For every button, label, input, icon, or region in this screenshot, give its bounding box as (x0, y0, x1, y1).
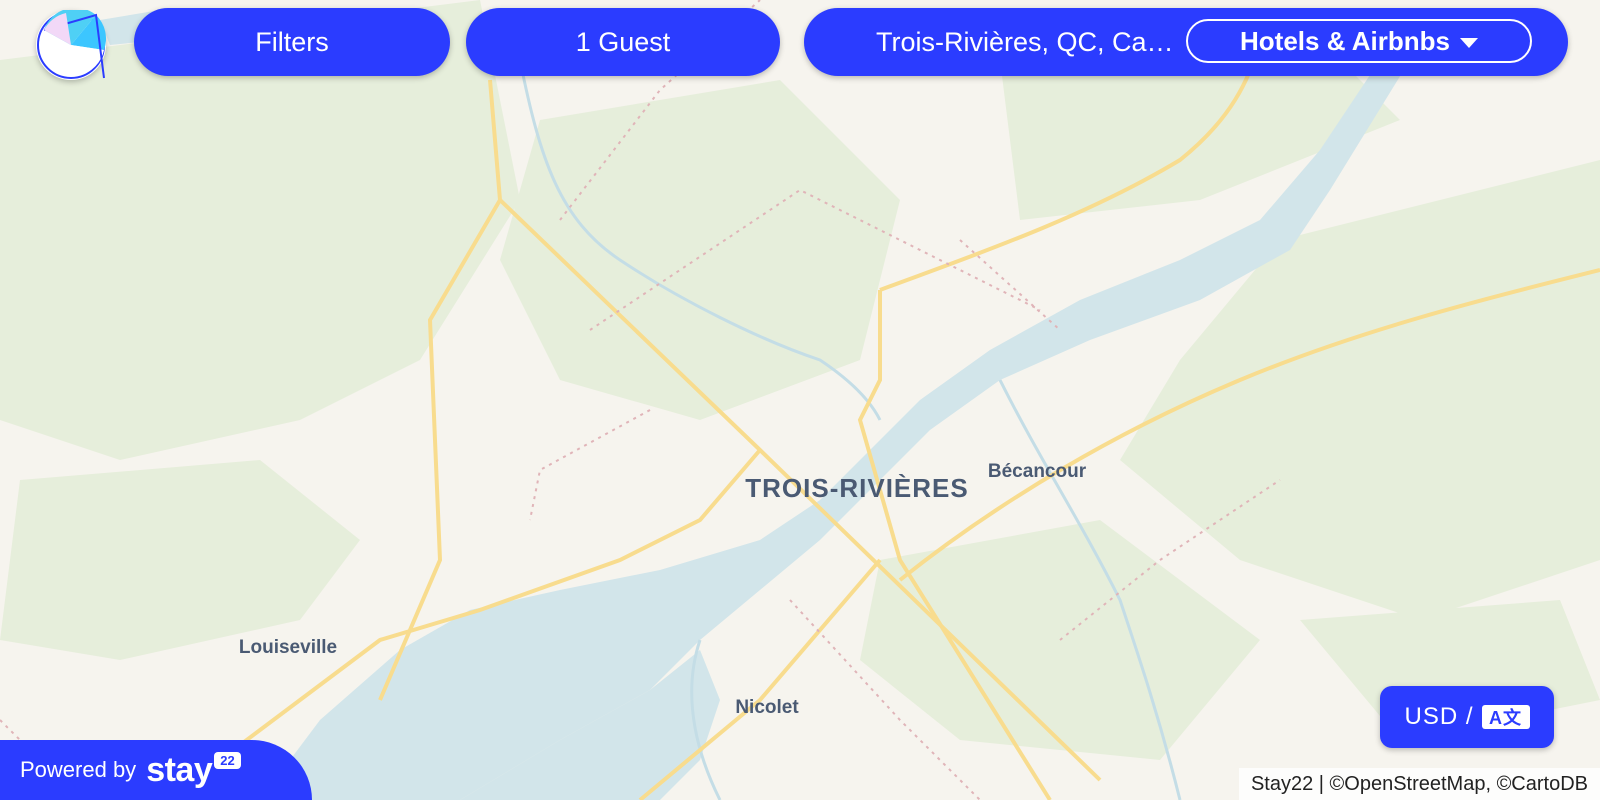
powered-by-banner[interactable]: Powered by stay 22 (0, 740, 312, 800)
accommodation-type-dropdown[interactable]: Hotels & Airbnbs (1186, 19, 1532, 63)
brand-name: stay (146, 750, 213, 789)
powered-by-label: Powered by (20, 757, 137, 782)
location-input[interactable]: Trois-Rivières, QC, Can… (876, 8, 1182, 76)
app-logo[interactable] (36, 7, 107, 80)
place-label-becancour: Bécancour (988, 461, 1087, 482)
map-attribution[interactable]: Stay22 | ©OpenStreetMap, ©CartoDB (1238, 768, 1600, 800)
location-search[interactable]: Trois-Rivières, QC, Can… Hotels & Airbnb… (804, 8, 1568, 76)
currency-language-button[interactable]: USD / A文 (1380, 686, 1554, 748)
guests-button[interactable]: 1 Guest (466, 8, 780, 76)
brand-badge: 22 (214, 751, 241, 769)
currency-label: USD / (1404, 703, 1474, 730)
place-label-nicolet: Nicolet (735, 697, 799, 718)
place-label-louiseville: Louiseville (239, 637, 337, 658)
map-canvas[interactable]: TROIS-RIVIÈRES Bécancour Louiseville Nic… (0, 0, 1600, 800)
place-label-trois-rivieres: TROIS-RIVIÈRES (745, 473, 968, 503)
caret-down-icon (1459, 38, 1478, 48)
translate-icon: A文 (1481, 705, 1530, 729)
filters-button[interactable]: Filters (134, 8, 450, 76)
logo-icon (37, 7, 107, 79)
accommodation-type-label: Hotels & Airbnbs (1240, 25, 1450, 56)
